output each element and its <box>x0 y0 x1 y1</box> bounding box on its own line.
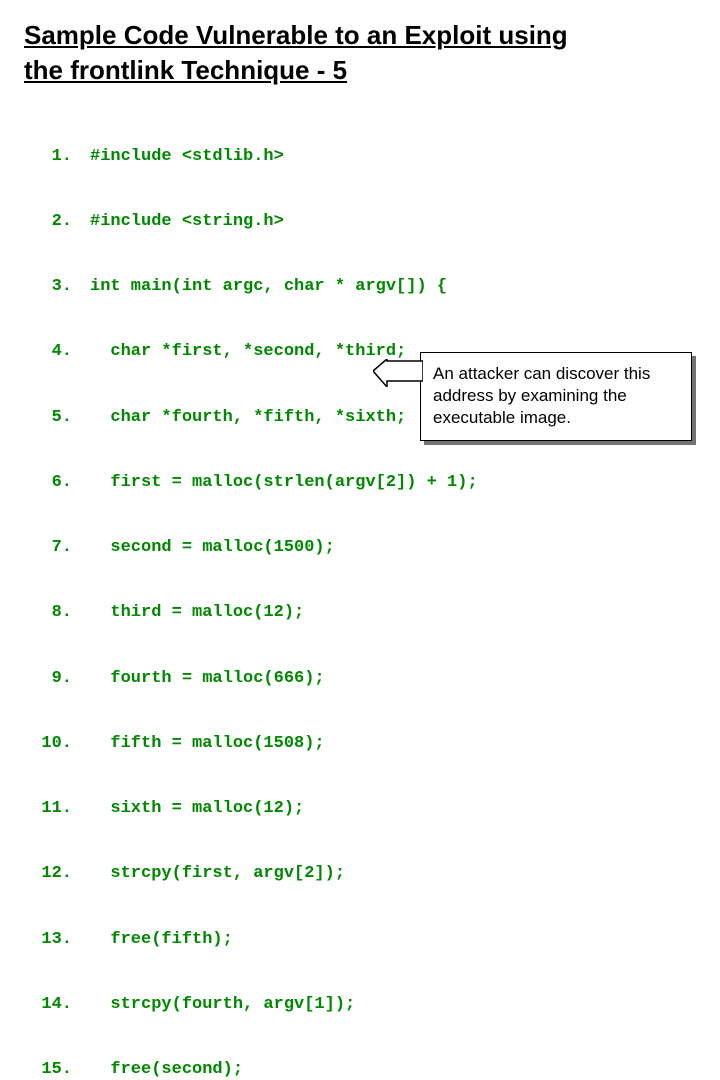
code-line: 2.#include <string.h> <box>24 211 696 233</box>
code-line: 6. first = malloc(strlen(argv[2]) + 1); <box>24 472 696 494</box>
line-number: 5. <box>24 407 90 429</box>
code-text: strcpy(first, argv[2]); <box>90 863 696 885</box>
code-line: 14. strcpy(fourth, argv[1]); <box>24 994 696 1016</box>
code-line: 13. free(fifth); <box>24 929 696 951</box>
code-text: #include <string.h> <box>90 211 696 233</box>
slide-title: Sample Code Vulnerable to an Exploit usi… <box>24 18 696 88</box>
code-text: sixth = malloc(12); <box>90 798 696 820</box>
line-number: 1. <box>24 146 90 168</box>
callout-box: An attacker can discover this address by… <box>420 352 692 441</box>
line-number: 4. <box>24 341 90 363</box>
callout-text: An attacker can discover this address by… <box>433 364 650 427</box>
line-number: 2. <box>24 211 90 233</box>
code-line: 10. fifth = malloc(1508); <box>24 733 696 755</box>
line-number: 9. <box>24 668 90 690</box>
line-number: 14. <box>24 994 90 1016</box>
line-number: 15. <box>24 1059 90 1080</box>
code-line: 1.#include <stdlib.h> <box>24 146 696 168</box>
code-line: 15. free(second); <box>24 1059 696 1080</box>
code-text: first = malloc(strlen(argv[2]) + 1); <box>90 472 696 494</box>
code-line: 3.int main(int argc, char * argv[]) { <box>24 276 696 298</box>
line-number: 6. <box>24 472 90 494</box>
code-line: 9. fourth = malloc(666); <box>24 668 696 690</box>
code-text: strcpy(fourth, argv[1]); <box>90 994 696 1016</box>
code-line: 7. second = malloc(1500); <box>24 537 696 559</box>
line-number: 8. <box>24 602 90 624</box>
line-number: 13. <box>24 929 90 951</box>
code-text: third = malloc(12); <box>90 602 696 624</box>
code-text: #include <stdlib.h> <box>90 146 696 168</box>
line-number: 11. <box>24 798 90 820</box>
code-line: 8. third = malloc(12); <box>24 602 696 624</box>
code-block: 1.#include <stdlib.h> 2.#include <string… <box>24 102 696 1080</box>
code-text: free(second); <box>90 1059 696 1080</box>
code-text: fifth = malloc(1508); <box>90 733 696 755</box>
code-line: 11. sixth = malloc(12); <box>24 798 696 820</box>
code-text: int main(int argc, char * argv[]) { <box>90 276 696 298</box>
callout-arrow-icon <box>373 359 423 387</box>
code-text: fourth = malloc(666); <box>90 668 696 690</box>
line-number: 7. <box>24 537 90 559</box>
line-number: 12. <box>24 863 90 885</box>
line-number: 10. <box>24 733 90 755</box>
line-number: 3. <box>24 276 90 298</box>
code-text: second = malloc(1500); <box>90 537 696 559</box>
code-line: 12. strcpy(first, argv[2]); <box>24 863 696 885</box>
code-text: free(fifth); <box>90 929 696 951</box>
title-line-1: Sample Code Vulnerable to an Exploit usi… <box>24 20 568 50</box>
title-line-2: the frontlink Technique - 5 <box>24 55 347 85</box>
